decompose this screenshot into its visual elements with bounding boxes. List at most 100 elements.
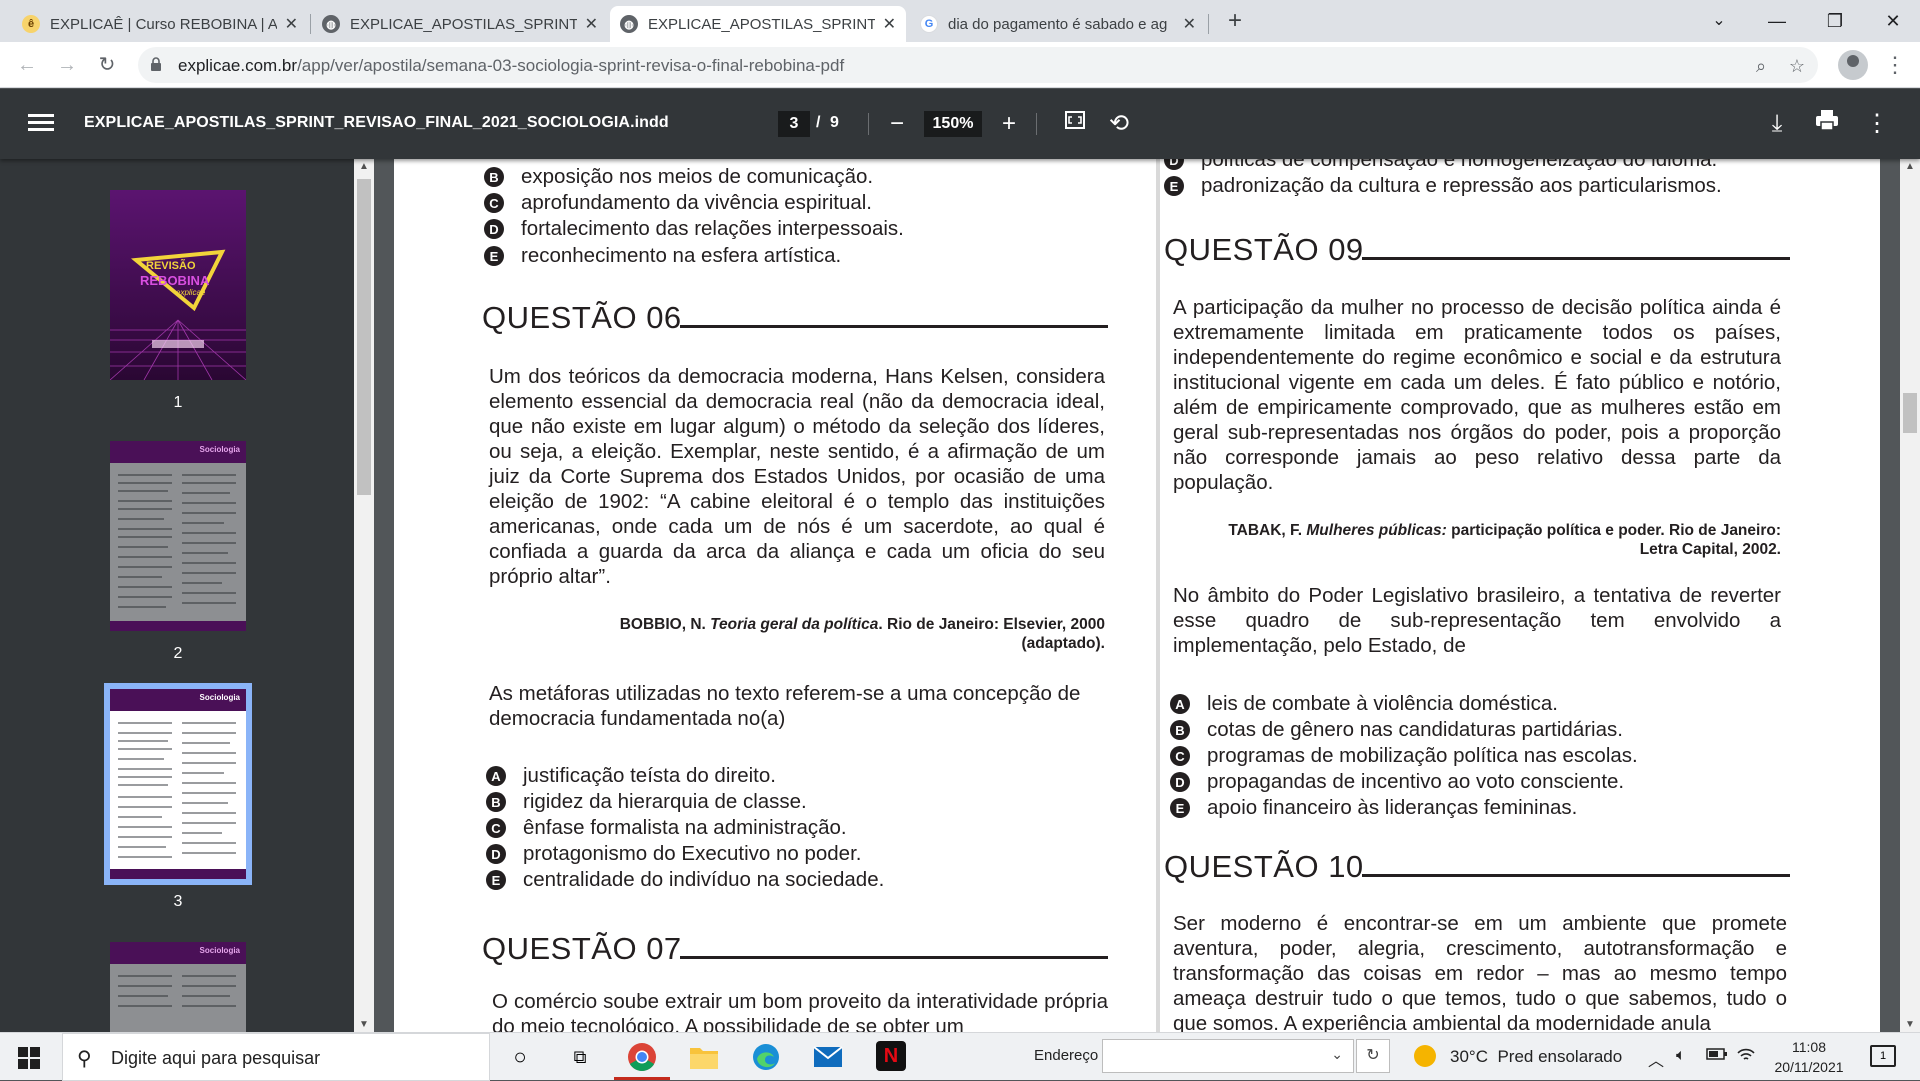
close-tab-icon[interactable]: ✕	[585, 14, 598, 34]
option-letter-a: A	[1170, 694, 1190, 714]
main-scrollbar[interactable]: ▲ ▼	[1900, 159, 1920, 1032]
source-rest: . Rio de Janeiro: Elsevier, 2000 (adapta…	[878, 616, 1105, 652]
browser-toolbar: ← → ↻ explicae.com.br/app/ver/apostila/s…	[0, 42, 1920, 88]
more-options-icon[interactable]: ⋮	[1862, 109, 1892, 139]
option-c: Cênfase formalista na administração.	[486, 815, 847, 841]
mail-icon[interactable]	[812, 1041, 844, 1073]
close-tab-icon[interactable]: ✕	[1183, 14, 1196, 34]
tab-apostila-1[interactable]: ◍ EXPLICAE_APOSTILAS_SPRINT_RE ✕	[312, 6, 608, 42]
weather-temp: 30°C	[1450, 1047, 1488, 1066]
title-rule	[680, 325, 1108, 328]
globe-icon: ◍	[322, 15, 340, 33]
scroll-down-icon[interactable]: ▼	[354, 1019, 374, 1030]
pdf-viewer: Bexposição nos meios de comunicação. Cap…	[374, 159, 1920, 1032]
question-09-title: QUESTÃO 09	[1164, 232, 1364, 267]
chevron-down-icon[interactable]: ⌄	[1331, 1046, 1343, 1063]
notification-center-icon[interactable]: 1	[1870, 1045, 1896, 1067]
reload-icon[interactable]: ↻	[92, 50, 122, 80]
option-a: Aleis de combate à violência doméstica.	[1170, 691, 1558, 717]
rotate-icon[interactable]: ⟲	[1104, 109, 1134, 139]
scroll-up-icon[interactable]: ▲	[354, 161, 374, 172]
option-e: Ecentralidade do indivíduo na sociedade.	[486, 867, 884, 893]
netflix-icon[interactable]: N	[876, 1041, 906, 1071]
option-letter-d: D	[1164, 159, 1184, 170]
thumbnail-page-1[interactable]: REVISÃO REBOBINA explicaê 1	[110, 190, 246, 412]
option-letter-e: E	[1164, 176, 1184, 196]
question-09-text: A participação da mulher no processo de …	[1173, 296, 1781, 494]
address-bar[interactable]: explicae.com.br/app/ver/apostila/semana-…	[138, 47, 1818, 83]
tab-search-icon[interactable]: ⌄	[1690, 0, 1748, 42]
option-e: Epadronização da cultura e repressão aos…	[1164, 173, 1722, 199]
close-tab-icon[interactable]: ✕	[883, 14, 896, 34]
thumbnail-label: 3	[173, 893, 183, 910]
pdf-filename: EXPLICAE_APOSTILAS_SPRINT_REVISAO_FINAL_…	[84, 114, 669, 131]
weather-desc: Pred ensolarado	[1497, 1047, 1623, 1066]
option-letter-e: E	[1170, 798, 1190, 818]
main-scroll-thumb[interactable]	[1903, 393, 1917, 433]
zoom-level-input[interactable]: 150%	[924, 111, 982, 137]
wifi-icon[interactable]	[1736, 1047, 1756, 1068]
option-letter-e: E	[486, 870, 506, 890]
tab-strip: ê EXPLICAÊ | Curso REBOBINA | Au ✕ ◍ EXP…	[0, 0, 1920, 42]
source-title: Teoria geral da política	[710, 616, 879, 633]
battery-icon[interactable]	[1706, 1047, 1728, 1066]
cover-title-2: REBOBINA	[140, 273, 210, 288]
scroll-down-icon[interactable]: ▼	[1900, 1019, 1920, 1030]
hamburger-menu-icon[interactable]	[28, 111, 54, 137]
thumbnail-page-2[interactable]: Sociologia 2	[110, 441, 246, 663]
weather-sun-icon[interactable]	[1414, 1045, 1436, 1067]
weather-widget[interactable]: 30°C Pred ensolarado	[1450, 1047, 1622, 1067]
scroll-up-icon[interactable]: ▲	[1900, 161, 1920, 172]
bookmark-star-icon[interactable]: ☆	[1786, 55, 1808, 77]
option-letter-a: A	[486, 766, 506, 786]
option-b: Brigidez da hierarquia de classe.	[486, 789, 807, 815]
windows-taskbar: ⚲ Digite aqui para pesquisar ○ ⧉ N Ender…	[0, 1032, 1920, 1081]
profile-avatar[interactable]	[1838, 50, 1868, 80]
new-tab-button[interactable]: +	[1220, 6, 1250, 36]
taskbar-search-box[interactable]: ⚲ Digite aqui para pesquisar	[62, 1033, 490, 1081]
pdf-page: Bexposição nos meios de comunicação. Cap…	[394, 159, 1880, 1032]
cortana-icon[interactable]: ○	[504, 1041, 536, 1073]
tab-explicae-curso[interactable]: ê EXPLICAÊ | Curso REBOBINA | Au ✕	[12, 6, 308, 42]
restore-icon[interactable]: ❐	[1806, 0, 1864, 42]
zoom-in-icon[interactable]: +	[994, 109, 1024, 139]
thumbnail-page-3[interactable]: Sociologia 3	[104, 683, 252, 911]
title-rule	[1362, 874, 1790, 877]
system-clock[interactable]: 11:08 20/11/2021	[1762, 1037, 1856, 1077]
forward-icon[interactable]: →	[52, 50, 82, 80]
sidebar-scroll-thumb[interactable]	[357, 179, 371, 495]
windows-start-icon[interactable]	[18, 1047, 40, 1069]
thumbnail-page-4[interactable]: Sociologia	[110, 942, 246, 1032]
option-b: Bcotas de gênero nas candidaturas partid…	[1170, 717, 1623, 743]
close-tab-icon[interactable]: ✕	[285, 14, 298, 34]
download-icon[interactable]: ⤓	[1762, 109, 1792, 139]
option-b: Bexposição nos meios de comunicação.	[484, 164, 873, 190]
edge-icon[interactable]	[750, 1041, 782, 1073]
fit-page-icon[interactable]	[1060, 109, 1090, 139]
file-explorer-icon[interactable]	[688, 1041, 720, 1073]
zoom-icon[interactable]: ⌕	[1750, 55, 1772, 77]
zoom-out-icon[interactable]: −	[882, 109, 912, 139]
option-a: Ajustificação teísta do direito.	[486, 763, 776, 789]
chrome-menu-icon[interactable]: ⋮	[1880, 50, 1910, 80]
volume-icon[interactable]: 🔈︎	[1676, 1047, 1686, 1065]
tab-apostila-active[interactable]: ◍ EXPLICAE_APOSTILAS_SPRINT_RE ✕	[610, 6, 906, 42]
back-icon[interactable]: ←	[12, 50, 42, 80]
task-view-icon[interactable]: ⧉	[564, 1041, 596, 1073]
chevron-up-icon[interactable]: ︿	[1648, 1047, 1664, 1071]
option-text: aprofundamento da vivência espiritual.	[521, 191, 872, 214]
tab-title: dia do pagamento é sabado e ag	[948, 15, 1168, 33]
tab-title: EXPLICAE_APOSTILAS_SPRINT_RE	[648, 15, 875, 33]
address-refresh-icon[interactable]: ↻	[1356, 1039, 1390, 1073]
thumbnail-image: Sociologia	[110, 441, 246, 631]
option-letter-d: D	[486, 844, 506, 864]
tab-google-search[interactable]: G dia do pagamento é sabado e ag ✕	[910, 6, 1206, 42]
page-number-input[interactable]: 3	[778, 111, 810, 137]
chrome-icon[interactable]	[626, 1041, 658, 1073]
sidebar-scrollbar[interactable]: ▲ ▼	[354, 159, 374, 1032]
address-toolbar-input[interactable]: ⌄	[1102, 1039, 1354, 1073]
minimize-icon[interactable]: —	[1748, 0, 1806, 42]
print-icon[interactable]	[1812, 109, 1842, 139]
option-letter-b: B	[484, 167, 504, 187]
close-window-icon[interactable]: ✕	[1864, 0, 1920, 42]
